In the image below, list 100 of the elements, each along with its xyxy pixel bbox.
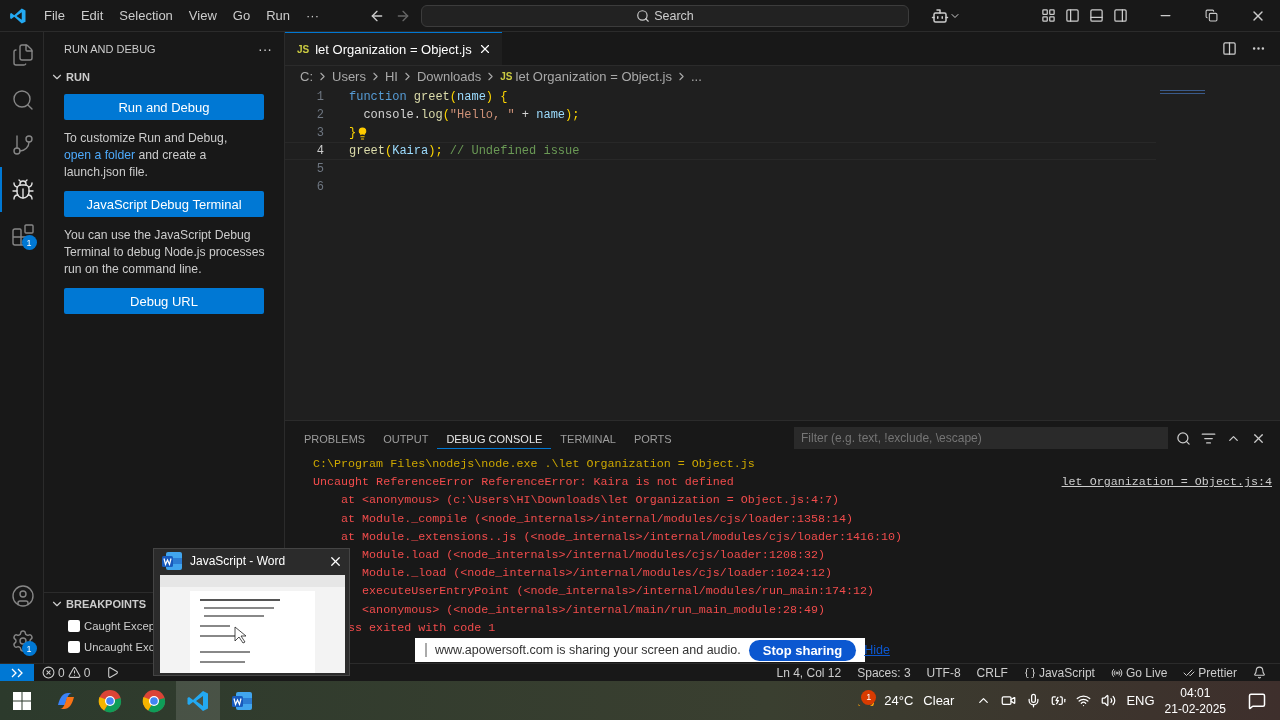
- menu-item[interactable]: Edit: [72, 8, 112, 23]
- console-line: Module._load (<node_internals>/internal/modules/cjs/loader:1024:12): [362, 566, 832, 581]
- volume-icon[interactable]: [1101, 693, 1117, 708]
- stop-sharing-button[interactable]: Stop sharing: [748, 639, 857, 661]
- problems-status[interactable]: 0 0: [34, 665, 99, 680]
- panel-tab[interactable]: TERMINAL: [551, 427, 625, 449]
- count-badge: 1: [21, 641, 37, 656]
- breadcrumb-item[interactable]: HI: [384, 68, 398, 84]
- status-item[interactable]: JavaScript: [1015, 665, 1103, 680]
- console-line: executeUserEntryPoint (<node_internals>/internal/modules/run_main:174:12): [362, 584, 875, 599]
- breadcrumb-item[interactable]: Users: [332, 68, 366, 84]
- windows-icon: [13, 691, 31, 710]
- status-item[interactable]: Prettier: [1175, 665, 1245, 680]
- debug-run-icon[interactable]: [106, 666, 120, 679]
- status-item[interactable]: Spaces: 3: [849, 665, 919, 680]
- search-icon: [10, 87, 35, 112]
- breadcrumb-item[interactable]: Downloads: [416, 68, 482, 84]
- warning-count: 0: [83, 665, 91, 680]
- status-item[interactable]: CRLF: [968, 665, 1016, 680]
- wifi-icon[interactable]: [1076, 693, 1092, 708]
- more-actions[interactable]: ···: [258, 41, 272, 57]
- panel-tab[interactable]: DEBUG CONSOLE: [437, 427, 552, 449]
- debug-terminal-button[interactable]: JavaScript Debug Terminal: [64, 191, 264, 217]
- battery-icon[interactable]: [1051, 693, 1067, 708]
- layout-icon[interactable]: [1041, 8, 1056, 23]
- menu-item[interactable]: ···: [298, 8, 327, 23]
- microphone-icon[interactable]: [1026, 693, 1042, 708]
- temperature: 24°C: [884, 693, 914, 708]
- drag-handle[interactable]: [425, 643, 427, 657]
- open-folder-link[interactable]: open a folder: [64, 148, 136, 162]
- status-item[interactable]: UTF-8: [918, 665, 969, 680]
- error-icon: [42, 666, 55, 679]
- panel-right-icon[interactable]: [1113, 8, 1128, 23]
- branch-icon: [10, 132, 35, 157]
- checkbox[interactable]: [68, 640, 80, 653]
- menu-item[interactable]: Go: [224, 8, 259, 23]
- code-line: greet(Kaira); // Undefined issue: [349, 144, 580, 158]
- editor-tab[interactable]: JS let Organization = Object.js: [285, 32, 502, 65]
- remote-button[interactable]: [0, 664, 34, 681]
- line-number: 1: [315, 90, 324, 104]
- section-header[interactable]: RUN: [44, 66, 284, 88]
- panel-left-icon[interactable]: [1065, 8, 1080, 23]
- clock-time: 04:01: [1180, 684, 1211, 701]
- panel-tab[interactable]: PORTS: [624, 427, 681, 449]
- filter-field[interactable]: Filter (e.g. text, !exclude, \escape): [794, 427, 1168, 449]
- taskbar-app[interactable]: [176, 681, 220, 720]
- preview-title: JavaScript - Word: [190, 554, 286, 568]
- console-line: Uncaught ReferenceError ReferenceError: Kaira is not defined: [313, 475, 734, 490]
- files-icon: [10, 42, 35, 67]
- status-item[interactable]: Go Live: [1102, 665, 1176, 680]
- menu-item[interactable]: View: [180, 8, 225, 23]
- console-line: at Module._extensions..js (<node_internals>/internal/modules/cjs/loader:1416:10): [341, 529, 903, 544]
- robot-icon[interactable]: [931, 6, 949, 25]
- line-number: 4: [315, 144, 324, 158]
- notifications-icon[interactable]: [1248, 691, 1266, 710]
- source-link[interactable]: let Organization = Object.js:4: [1061, 475, 1272, 490]
- help-text: To customize Run and Debug, open a folder and create a launch.json file.: [64, 130, 229, 181]
- breadcrumb-item[interactable]: let Organization = Object.js: [515, 68, 672, 84]
- activity-item[interactable]: 1: [0, 212, 44, 257]
- console-line: C:\Program Files\nodejs\node.exe .\let Organization = Object.js: [313, 457, 755, 472]
- blocks-icon: [10, 222, 35, 247]
- warning-icon: [67, 666, 81, 679]
- panel-bottom-icon[interactable]: [1089, 8, 1104, 23]
- line-number: 2: [315, 108, 324, 122]
- line-number: 5: [315, 162, 324, 176]
- menu-item[interactable]: File: [36, 8, 73, 23]
- checkbox[interactable]: [68, 619, 80, 632]
- camera-icon[interactable]: [1001, 693, 1017, 708]
- console-line: at Module._compile (<node_internals>/internal/modules/cjs/loader:1358:14): [341, 511, 854, 526]
- broadcast-icon: [1110, 666, 1123, 679]
- search-icon[interactable]: [1176, 430, 1191, 446]
- window-preview-tooltip[interactable]: JavaScript - Word: [153, 548, 350, 676]
- debug-url-button[interactable]: Debug URL: [64, 288, 264, 314]
- activity-item[interactable]: 1: [0, 618, 44, 663]
- clear-list-icon[interactable]: [1201, 430, 1216, 446]
- status-item[interactable]: Ln 4, Col 12: [768, 665, 850, 680]
- split-editor-icon[interactable]: [1222, 41, 1237, 56]
- js-icon: JS: [297, 43, 310, 55]
- console-line: Module.load (<node_internals>/internal/modules/cjs/loader:1208:32): [362, 548, 825, 563]
- menu-item[interactable]: Run: [258, 8, 298, 23]
- section-title: BREAKPOINTS: [66, 598, 147, 610]
- breadcrumb-item[interactable]: C:: [300, 68, 313, 84]
- run-and-debug-button[interactable]: Run and Debug: [64, 94, 264, 120]
- sidebar-title: RUN AND DEBUG: [64, 43, 156, 55]
- panel-tab[interactable]: OUTPUT: [374, 427, 438, 449]
- bell-icon[interactable]: [1253, 666, 1266, 679]
- restore-icon[interactable]: [1205, 9, 1218, 22]
- search-field[interactable]: Search: [421, 4, 909, 27]
- share-message: www.apowersoft.com is sharing your screen and audio.: [435, 643, 741, 657]
- vscode-icon: [186, 688, 210, 713]
- clock-date: 21-02-2025: [1164, 700, 1226, 717]
- console-line: ss exited with code 1: [348, 620, 496, 635]
- weather-badge: 1: [861, 689, 877, 705]
- panel-tab[interactable]: PROBLEMS: [295, 427, 375, 449]
- chrome-icon: [142, 688, 166, 713]
- breadcrumb-item[interactable]: ...: [690, 68, 702, 84]
- language-indicator[interactable]: ENG: [1126, 693, 1155, 708]
- menu-item[interactable]: Selection: [111, 8, 181, 23]
- vscode-logo-icon: [9, 6, 27, 25]
- section-title: RUN: [66, 71, 90, 83]
